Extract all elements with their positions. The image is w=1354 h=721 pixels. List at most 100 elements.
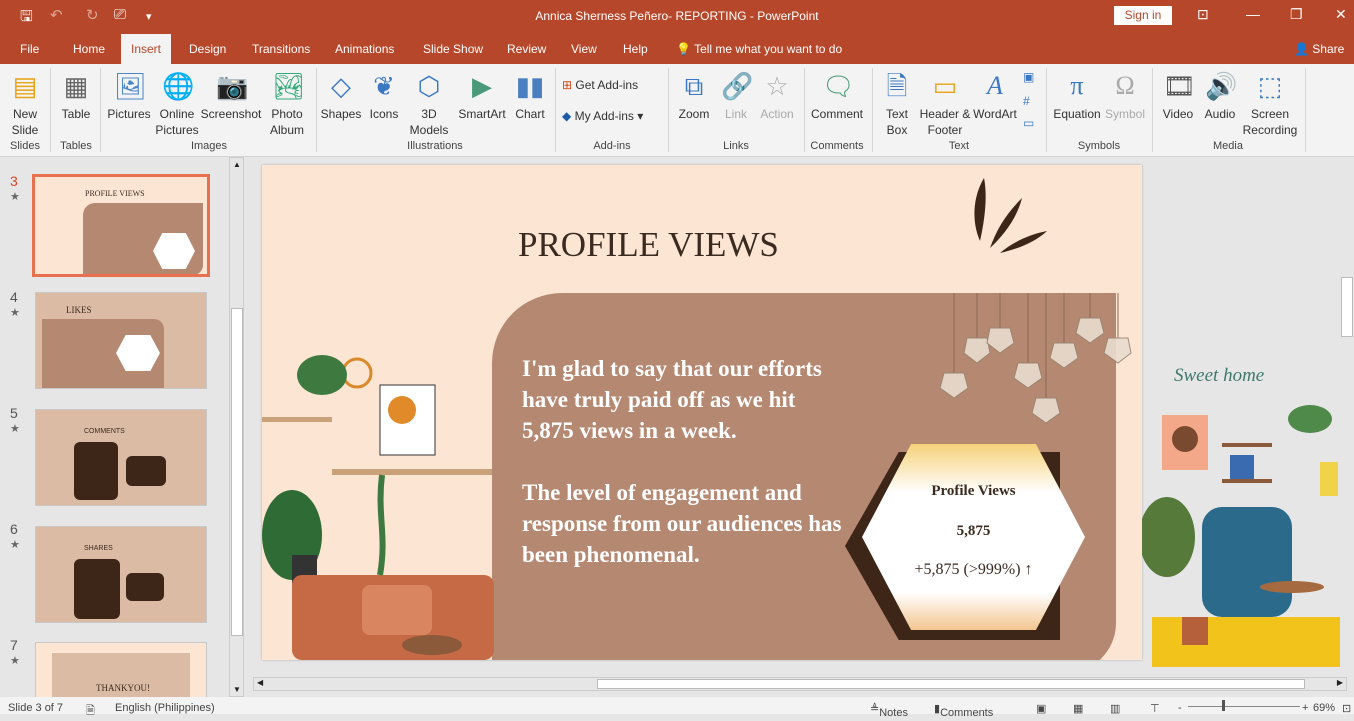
fit-slide-icon[interactable]: ⊡ <box>1342 702 1351 715</box>
sign-in-button[interactable]: Sign in <box>1114 6 1172 25</box>
pendant-lamps-illustration <box>939 293 1132 424</box>
slide-number-icon[interactable]: # <box>1023 94 1030 108</box>
get-addins-button[interactable]: ⊞ Get Add-ins <box>562 78 638 92</box>
scroll-down-icon[interactable]: ▼ <box>233 685 241 694</box>
scroll-right-icon[interactable]: ▶ <box>1337 678 1343 687</box>
thumbnail-slide-3[interactable]: PROFILE VIEWS <box>32 174 210 277</box>
slide-canvas[interactable]: PROFILE VIEWS I'm glad to say that our e… <box>262 165 1142 660</box>
photo-album-button[interactable]: 🏞 Photo Album <box>264 70 310 138</box>
3d-models-button[interactable]: ⬡ 3D Models <box>404 70 454 138</box>
audio-button[interactable]: 🔊 Audio <box>1200 70 1240 122</box>
slide-thumbnail-pane: 3 ★ PROFILE VIEWS 4 ★ LIKES 5 ★ COMMENTS… <box>0 157 246 697</box>
slide-body-text[interactable]: I'm glad to say that our efforts have tr… <box>522 353 852 601</box>
label: Equation <box>1053 107 1101 121</box>
online-pictures-button[interactable]: 🌐 Online Pictures <box>154 70 200 138</box>
tab-insert[interactable]: Insert <box>121 34 172 64</box>
thumbnail-slide-7[interactable]: THANKYOU! <box>35 642 207 697</box>
date-time-icon[interactable]: ▣ <box>1023 70 1034 84</box>
zoom-in-icon[interactable]: + <box>1302 702 1308 714</box>
spellcheck-icon[interactable]: 🗎 <box>86 702 95 721</box>
link-icon: 🔗 <box>721 71 754 101</box>
slideshow-view-icon[interactable]: ⊤ <box>1150 702 1160 715</box>
tab-help[interactable]: Help <box>623 42 648 56</box>
pictures-button[interactable]: 🖼 Pictures <box>106 70 152 122</box>
slide-counter: Slide 3 of 7 <box>8 702 64 714</box>
normal-view-icon[interactable]: ▣ <box>1036 702 1046 715</box>
divider <box>316 68 317 152</box>
header-footer-button[interactable]: ▭ Header & Footer <box>918 70 972 138</box>
screen-recording-button[interactable]: ⬚ Screen Recording <box>1240 70 1300 138</box>
video-button[interactable]: 🎞 Video <box>1158 70 1198 122</box>
notes-button[interactable]: ≜ Notes <box>870 702 908 719</box>
tab-file[interactable]: File <box>20 42 39 56</box>
zoom-slider[interactable] <box>1188 706 1300 707</box>
card-change: +5,875 (>999%) ↑ <box>914 561 1033 578</box>
screenshot-button[interactable]: 📷 Screenshot <box>200 70 262 122</box>
symbol-button[interactable]: Ω Symbol <box>1104 70 1146 122</box>
scrollbar-thumb[interactable] <box>597 679 1305 689</box>
screen-recording-icon: ⬚ <box>1257 71 1283 101</box>
shapes-button[interactable]: ◇ Shapes <box>320 70 362 122</box>
my-addins-button[interactable]: ◆ My Add-ins ▾ <box>562 109 643 123</box>
editor-vertical-scrollbar[interactable] <box>1340 157 1354 677</box>
thumbnail-scrollbar[interactable]: ▲ ▼ <box>229 157 244 697</box>
label: Comments <box>940 707 994 719</box>
action-button[interactable]: ☆ Action <box>756 70 798 122</box>
close-icon[interactable]: ✕ <box>1335 6 1347 23</box>
table-button[interactable]: ▦ Table <box>58 70 94 122</box>
slide-sorter-icon[interactable]: ▦ <box>1073 702 1083 715</box>
tab-view[interactable]: View <box>571 42 597 56</box>
chart-button[interactable]: ▮▮ Chart <box>510 70 550 122</box>
restore-icon[interactable]: ❐ <box>1290 6 1303 23</box>
scrollbar-thumb[interactable] <box>1341 277 1353 337</box>
slide-number: 5 <box>10 405 18 421</box>
tab-home[interactable]: Home <box>73 42 105 56</box>
zoom-slider-thumb[interactable] <box>1222 700 1225 711</box>
smartart-button[interactable]: ▶ SmartArt <box>456 70 508 122</box>
label: Chart <box>515 107 545 121</box>
minimize-icon[interactable]: — <box>1246 6 1260 22</box>
addins-icon: ◆ <box>562 109 572 123</box>
reading-view-icon[interactable]: ▥ <box>1110 702 1120 715</box>
text-box-button[interactable]: 🗎 Text Box <box>878 70 916 138</box>
card-title: Profile Views <box>931 483 1016 499</box>
tell-me-search[interactable]: 💡 Tell me what you want to do <box>676 42 842 56</box>
tab-animations[interactable]: Animations <box>335 42 394 56</box>
label: Shapes <box>320 107 362 121</box>
scrollbar-thumb[interactable] <box>231 308 243 636</box>
tab-slide-show[interactable]: Slide Show <box>423 42 483 56</box>
wordart-button[interactable]: A WordArt <box>970 70 1020 122</box>
tab-review[interactable]: Review <box>507 42 546 56</box>
object-icon[interactable]: ▭ <box>1023 116 1034 130</box>
slide-title[interactable]: PROFILE VIEWS <box>518 225 779 265</box>
status-bar: Slide 3 of 7 🗎 English (Philippines) ≜ N… <box>0 697 1354 719</box>
scroll-left-icon[interactable]: ◀ <box>257 678 263 687</box>
language[interactable]: English (Philippines) <box>115 702 215 714</box>
thumbnail-slide-6[interactable]: SHARES <box>35 526 207 623</box>
comment-button[interactable]: 🗨 Comment <box>808 70 866 122</box>
comments-button[interactable]: ▮ Comments <box>934 702 993 719</box>
label: Table <box>61 107 91 121</box>
tab-transitions[interactable]: Transitions <box>252 42 310 56</box>
zoom-button[interactable]: ⧉ Zoom <box>674 70 714 122</box>
tab-design[interactable]: Design <box>189 42 226 56</box>
sweet-home-text: Sweet home <box>1174 365 1265 386</box>
paragraph-2: The level of engagement and response fro… <box>522 480 842 567</box>
editor-horizontal-scrollbar[interactable]: ◀ ▶ <box>253 677 1347 691</box>
ribbon-display-icon[interactable]: ⊡ <box>1197 6 1209 23</box>
thumbnail-slide-5[interactable]: COMMENTS <box>35 409 207 506</box>
link-button[interactable]: 🔗 Link <box>716 70 756 122</box>
equation-button[interactable]: π Equation <box>1050 70 1104 122</box>
icons-button[interactable]: ❦ Icons <box>366 70 402 122</box>
new-slide-button[interactable]: ▤ New Slide <box>6 70 44 138</box>
zoom-level[interactable]: 69% <box>1313 702 1335 714</box>
label: Link <box>724 107 747 121</box>
zoom-out-icon[interactable]: - <box>1178 702 1182 714</box>
thumbnail-slide-4[interactable]: LIKES <box>35 292 207 389</box>
slide-number: 7 <box>10 637 18 653</box>
label: Action <box>760 107 794 121</box>
thumbnail-title: COMMENTS <box>84 428 125 435</box>
group-tables: Tables <box>60 140 92 152</box>
share-button[interactable]: 👤 Share <box>1294 42 1344 56</box>
scroll-up-icon[interactable]: ▲ <box>233 160 241 169</box>
